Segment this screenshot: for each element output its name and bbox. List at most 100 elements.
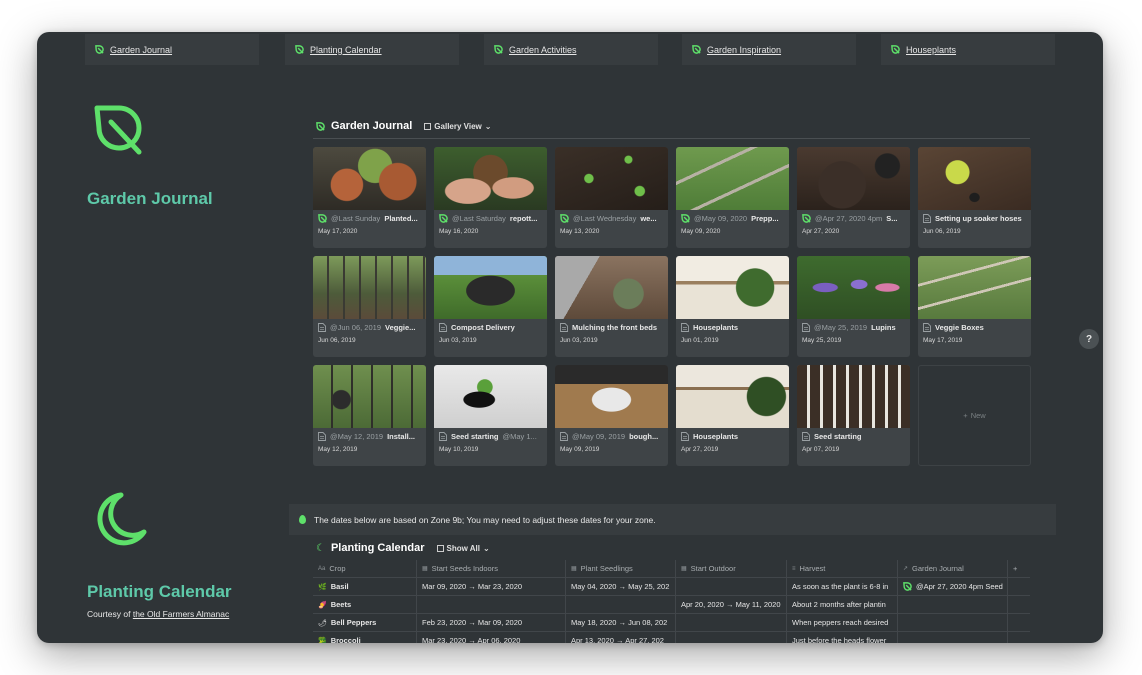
crop-name: Basil <box>330 582 349 591</box>
column-header[interactable]: ▦ Start Seeds Indoors <box>417 560 566 577</box>
card-title: Planted... <box>384 214 418 223</box>
table-cell-seedlings[interactable] <box>566 596 676 613</box>
help-button[interactable]: ? <box>1079 329 1099 349</box>
calendar-db-header: ☾ Planting Calendar Show All ⌄ <box>316 542 490 554</box>
cell-value: Apr 13, 2020 → Apr 27, 202 <box>571 636 664 643</box>
table-cell-seeds[interactable]: Mar 23, 2020 → Apr 06, 2020 <box>417 632 566 643</box>
add-column-button[interactable]: + <box>1008 560 1030 577</box>
gallery-card[interactable]: @Jun 06, 2019 Veggie... Jun 06, 2019 <box>313 256 426 357</box>
column-header[interactable]: Aa Crop <box>313 560 417 577</box>
table-cell-outdoor[interactable] <box>676 632 787 643</box>
card-cover-image <box>313 365 426 428</box>
leaf-icon <box>692 45 701 54</box>
gallery-card[interactable]: Seed starting Apr 07, 2019 <box>797 365 910 466</box>
table-cell-crop[interactable]: 🍠 Beets <box>313 596 417 613</box>
column-header-label: Harvest <box>799 564 826 573</box>
gallery-view-switcher[interactable]: Gallery View ⌄ <box>424 122 491 131</box>
table-cell-outdoor[interactable]: Apr 20, 2020 → May 11, 2020 <box>676 596 787 613</box>
gallery-card[interactable]: Houseplants Apr 27, 2019 <box>676 365 789 466</box>
table-row[interactable]: 🌿 Basil Mar 09, 2020 → Mar 23, 2020 May 04,… <box>313 578 1030 596</box>
page-icon <box>318 323 326 332</box>
table-cell-seedlings[interactable]: May 18, 2020 → Jun 08, 202 <box>566 614 676 631</box>
page-icon <box>318 432 326 441</box>
column-header[interactable]: ▦ Start Outdoor <box>676 560 787 577</box>
gallery-card[interactable]: @May 25, 2019 Lupins May 25, 2019 <box>797 256 910 357</box>
courtesy-line: Courtesy of the Old Farmers Almanac <box>87 609 229 619</box>
nav-link-garden-inspiration[interactable]: Garden Inspiration <box>682 34 856 65</box>
zone-callout: The dates below are based on Zone 9b; Yo… <box>289 504 1056 535</box>
table-cell-harvest[interactable]: Just before the heads flower <box>787 632 898 643</box>
leaf-icon <box>439 214 448 223</box>
table-cell-journal[interactable] <box>898 596 1008 613</box>
table-row[interactable]: 🥦 Broccoli Mar 23, 2020 → Apr 06, 2020 Apr … <box>313 632 1030 643</box>
table-cell-journal[interactable]: @Apr 27, 2020 4pm Seed <box>898 578 1008 595</box>
gallery-card[interactable]: @May 09, 2019 bough... May 09, 2019 <box>555 365 668 466</box>
table-cell-seeds[interactable]: Mar 09, 2020 → Mar 23, 2020 <box>417 578 566 595</box>
column-header-label: Crop <box>329 564 346 573</box>
crop-name: Broccoli <box>330 636 361 643</box>
gallery-card[interactable]: Setting up soaker hoses Jun 06, 2019 <box>918 147 1031 248</box>
column-header-label: Start Seeds Indoors <box>431 564 498 573</box>
section-title-garden-journal: Garden Journal <box>87 189 213 208</box>
cell-value: Mar 23, 2020 → Apr 06, 2020 <box>422 636 521 643</box>
card-cover-image <box>797 256 910 319</box>
gallery-db-title[interactable]: Garden Journal <box>331 120 412 132</box>
gallery-card[interactable]: Seed starting @May 1... May 10, 2019 <box>434 365 547 466</box>
nav-link-planting-calendar[interactable]: Planting Calendar <box>285 34 459 65</box>
table-row[interactable]: 🌶 Bell Peppers Feb 23, 2020 → Mar 09, 2020… <box>313 614 1030 632</box>
card-title: Compost Delivery <box>451 323 515 332</box>
table-cell-crop[interactable]: 🌿 Basil <box>313 578 417 595</box>
gallery-card[interactable]: Compost Delivery Jun 03, 2019 <box>434 256 547 357</box>
table-cell-seedlings[interactable]: Apr 13, 2020 → Apr 27, 202 <box>566 632 676 643</box>
nav-link-houseplants[interactable]: Houseplants <box>881 34 1055 65</box>
chevron-down-icon: ⌄ <box>484 121 492 131</box>
table-cell-crop[interactable]: 🌶 Bell Peppers <box>313 614 417 631</box>
column-header-label: + <box>1013 564 1018 573</box>
table-cell-seedlings[interactable]: May 04, 2020 → May 25, 202 <box>566 578 676 595</box>
table-header-row: Aa Crop ▦ Start Seeds Indoors ▦ Plant Seedlin… <box>313 560 1030 578</box>
calendar-view-switcher[interactable]: Show All ⌄ <box>436 544 490 553</box>
crop-icon: 🌿 <box>318 583 327 591</box>
new-card-button[interactable]: + New <box>918 365 1031 466</box>
card-title: we... <box>640 214 657 223</box>
table-row[interactable]: 🍠 Beets Apr 20, 2020 → May 11, 2020 About 2… <box>313 596 1030 614</box>
gallery-grid: @Last Sunday Planted... May 17, 2020 @Last … <box>313 147 1031 466</box>
column-header[interactable]: ▦ Plant Seedlings <box>566 560 676 577</box>
table-cell-outdoor[interactable] <box>676 578 787 595</box>
column-header[interactable]: ↗ Garden Journal <box>898 560 1008 577</box>
almanac-link[interactable]: the Old Farmers Almanac <box>133 609 229 619</box>
table-cell-seeds[interactable] <box>417 596 566 613</box>
table-cell-journal[interactable] <box>898 614 1008 631</box>
gallery-card[interactable]: @May 09, 2020 Prepp... May 09, 2020 <box>676 147 789 248</box>
column-header[interactable]: ≡ Harvest <box>787 560 898 577</box>
gallery-card[interactable]: @Last Saturday repott... May 16, 2020 <box>434 147 547 248</box>
card-title: Seed starting <box>814 432 862 441</box>
card-date: May 17, 2020 <box>318 228 358 235</box>
table-cell-harvest[interactable]: As soon as the plant is 6-8 in <box>787 578 898 595</box>
nav-link-garden-activities[interactable]: Garden Activities <box>484 34 658 65</box>
nav-link-garden-journal[interactable]: Garden Journal <box>85 34 259 65</box>
calendar-db-title[interactable]: Planting Calendar <box>331 542 425 554</box>
card-cover-image <box>313 147 426 210</box>
card-date-mention: @Last Wednesday <box>573 214 637 223</box>
gallery-card[interactable]: Houseplants Jun 01, 2019 <box>676 256 789 357</box>
table-cell-harvest[interactable]: When peppers reach desired <box>787 614 898 631</box>
gallery-card[interactable]: Mulching the front beds Jun 03, 2019 <box>555 256 668 357</box>
callout-text: The dates below are based on Zone 9b; Yo… <box>314 514 656 525</box>
card-title: S... <box>886 214 898 223</box>
table-cell-seeds[interactable]: Feb 23, 2020 → Mar 09, 2020 <box>417 614 566 631</box>
card-title: Houseplants <box>693 323 739 332</box>
notion-window: Garden Journal Planting Calendar Garden Ac… <box>37 32 1103 643</box>
card-date: May 09, 2019 <box>560 446 600 453</box>
list-icon <box>436 544 444 552</box>
gallery-card[interactable]: @Apr 27, 2020 4pm S... Apr 27, 2020 <box>797 147 910 248</box>
table-cell-harvest[interactable]: About 2 months after plantin <box>787 596 898 613</box>
gallery-card[interactable]: @Last Wednesday we... May 13, 2020 <box>555 147 668 248</box>
property-type-icon: ▦ <box>681 566 687 572</box>
table-cell-crop[interactable]: 🥦 Broccoli <box>313 632 417 643</box>
table-cell-outdoor[interactable] <box>676 614 787 631</box>
gallery-card[interactable]: @May 12, 2019 Install... May 12, 2019 <box>313 365 426 466</box>
gallery-card[interactable]: Veggie Boxes May 17, 2019 <box>918 256 1031 357</box>
gallery-card[interactable]: @Last Sunday Planted... May 17, 2020 <box>313 147 426 248</box>
table-cell-journal[interactable] <box>898 632 1008 643</box>
